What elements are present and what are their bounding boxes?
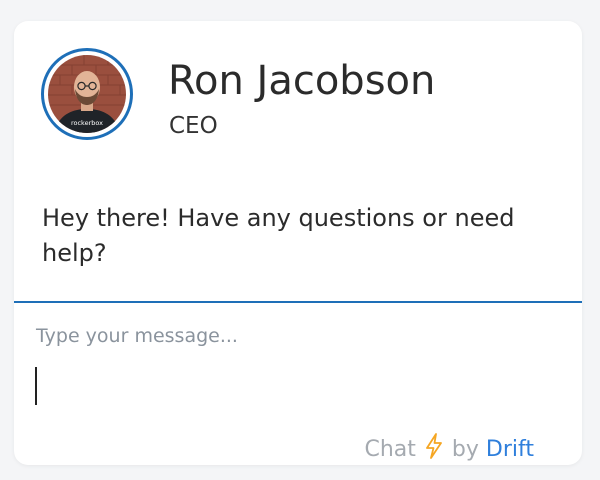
chat-widget: rockerbox Ron Jacobson CEO Hey there! Ha… — [14, 21, 582, 465]
avatar: rockerbox — [41, 48, 133, 140]
text-cursor — [35, 367, 37, 405]
agent-role: CEO — [169, 113, 218, 139]
welcome-message: Hey there! Have any questions or need he… — [42, 204, 515, 267]
branding-by: by — [451, 437, 479, 462]
message-input[interactable] — [34, 323, 558, 407]
drift-branding[interactable]: Chat by Drift — [364, 433, 534, 465]
avatar-photo: rockerbox — [48, 55, 126, 133]
shirt-logo: rockerbox — [71, 119, 103, 127]
agent-name: Ron Jacobson — [168, 58, 436, 104]
lightning-bolt-icon — [425, 433, 443, 465]
branding-prefix: Chat — [364, 437, 416, 462]
drift-link[interactable]: Drift — [486, 437, 534, 462]
composer: Chat by Drift — [14, 303, 582, 465]
